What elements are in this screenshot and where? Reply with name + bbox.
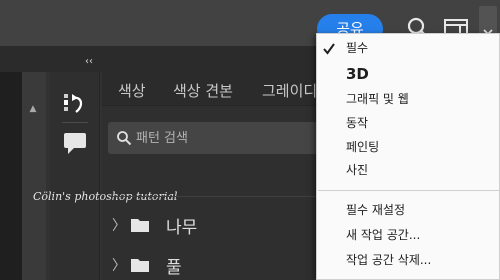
checkmark-icon — [322, 41, 336, 55]
folder-icon — [131, 219, 149, 232]
tab-gradients[interactable]: 그레이디 — [262, 80, 317, 101]
history-panel-button[interactable] — [56, 88, 94, 120]
pattern-group-label: 나무 — [166, 217, 198, 238]
menu-item-painting[interactable]: 페인팅 — [346, 137, 379, 157]
tab-color[interactable]: 색상 — [118, 80, 146, 101]
scroll-up-icon[interactable]: ▲ — [26, 104, 40, 114]
pattern-search-input[interactable] — [136, 123, 321, 153]
tab-swatches[interactable]: 색상 견본 — [173, 80, 233, 101]
menu-item-3d[interactable]: 3D — [346, 64, 369, 84]
menu-divider — [318, 190, 500, 191]
menu-item-photography[interactable]: 사진 — [346, 160, 368, 180]
canvas-area — [0, 72, 22, 280]
menu-item-graphics-web[interactable]: 그래픽 및 웹 — [346, 89, 409, 109]
divider — [62, 122, 88, 123]
menu-item-essentials[interactable]: 필수 — [346, 38, 368, 58]
chevron-right-icon[interactable]: 〉 — [112, 255, 126, 275]
comment-icon — [64, 133, 86, 154]
menu-item-reset-essentials[interactable]: 필수 재설정 — [346, 200, 405, 220]
comments-panel-button[interactable] — [56, 128, 94, 160]
divider — [112, 196, 326, 197]
pattern-group-label: 풀 — [166, 257, 182, 278]
folder-icon — [131, 259, 149, 272]
pattern-group-row[interactable]: 〉 풀 — [112, 250, 182, 280]
history-icon — [64, 94, 83, 113]
pattern-group-row[interactable]: 〉 나무 — [112, 210, 197, 240]
menu-item-new-workspace[interactable]: 새 작업 공간... — [346, 225, 420, 245]
search-icon — [116, 130, 132, 146]
menu-item-delete-workspace[interactable]: 작업 공간 삭제... — [346, 250, 431, 270]
chevron-right-icon[interactable]: 〉 — [112, 215, 126, 235]
collapse-panels-button[interactable]: ‹‹ — [80, 56, 98, 68]
menu-item-motion[interactable]: 동작 — [346, 113, 368, 133]
